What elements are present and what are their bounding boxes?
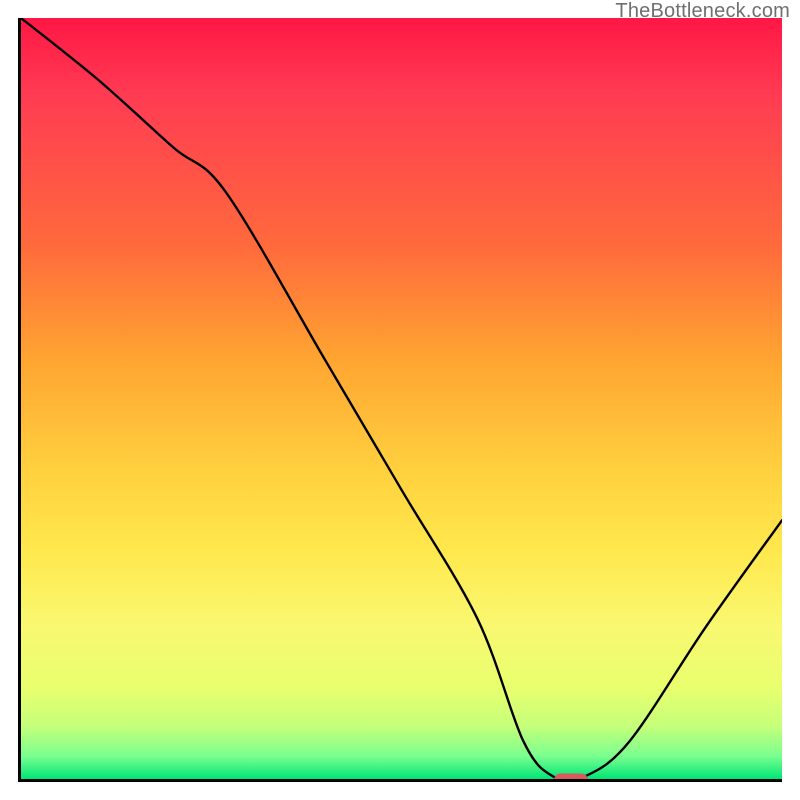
bottleneck-curve [21,18,782,781]
curve-svg [21,18,782,779]
optimal-point-marker [554,773,588,782]
bottleneck-chart: TheBottleneck.com [0,0,800,800]
plot-area [18,18,782,782]
